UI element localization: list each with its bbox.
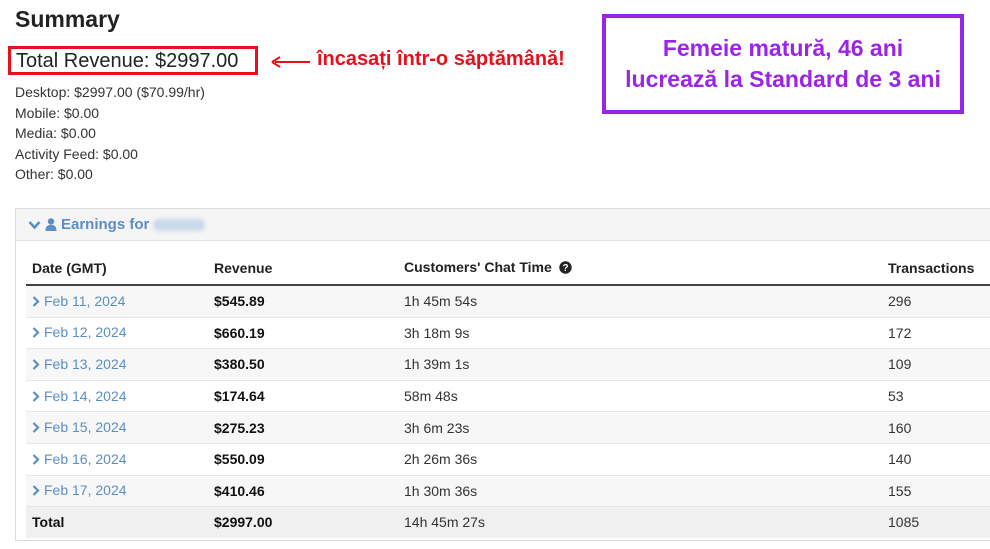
earnings-panel-toggle[interactable]: Earnings for [16,209,990,241]
chat-time-cell: 2h 26m 36s [398,442,882,476]
date-link[interactable]: Feb 15, 2024 [44,419,127,435]
chevron-right-icon [32,452,40,468]
date-link[interactable]: Feb 14, 2024 [44,388,127,404]
total-label: Total [26,506,208,538]
chevron-down-icon [28,220,41,230]
total-revenue-cell: $2997.00 [208,506,398,538]
user-icon [45,218,57,231]
chat-time-cell: 1h 39m 1s [398,348,882,381]
chevron-right-icon [32,325,40,341]
transactions-cell: 140 [882,442,990,476]
earnings-panel: Earnings for Date (GMT) Revenue Customer… [15,208,990,541]
profile-annotation-line2: lucrează la Standard de 3 ani [625,66,941,92]
date-cell[interactable]: Feb 14, 2024 [26,379,208,412]
profile-annotation-box: Femeie matură, 46 ani lucrează la Standa… [602,14,964,114]
transactions-cell: 296 [882,284,990,318]
date-link[interactable]: Feb 17, 2024 [44,482,127,498]
date-cell[interactable]: Feb 15, 2024 [26,411,208,444]
revenue-cell: $545.89 [208,284,398,318]
chevron-right-icon [32,357,40,373]
table-row[interactable]: Feb 17, 2024 $410.46 1h 30m 36s 155 [26,474,990,507]
redacted-username [153,218,206,231]
chat-time-cell: 1h 30m 36s [398,474,882,507]
date-link[interactable]: Feb 12, 2024 [44,324,127,340]
transactions-cell: 155 [882,474,990,507]
table-row[interactable]: Feb 15, 2024 $275.23 3h 6m 23s 160 [26,411,990,444]
date-link[interactable]: Feb 16, 2024 [44,451,127,467]
table-row[interactable]: Feb 16, 2024 $550.09 2h 26m 36s 140 [26,442,990,476]
chevron-right-icon [32,389,40,405]
chat-time-cell: 3h 18m 9s [398,316,882,349]
column-header-transactions: Transactions [882,251,990,286]
page-title: Summary [15,6,120,32]
other-revenue: Other: $0.00 [15,166,93,182]
svg-text:?: ? [562,263,568,274]
total-row: Total $2997.00 14h 45m 27s 1085 [26,506,990,538]
transactions-cell: 160 [882,411,990,444]
table-row[interactable]: Feb 14, 2024 $174.64 58m 48s 53 [26,379,990,412]
media-revenue: Media: $0.00 [15,125,96,141]
chat-time-cell: 58m 48s [398,379,882,412]
activity-feed-revenue: Activity Feed: $0.00 [15,145,138,162]
total-revenue-highlight: Total Revenue: $2997.00 [8,46,258,75]
chevron-right-icon [32,483,40,499]
earnings-header-label: Earnings for [61,216,150,233]
arrow-left-icon [271,56,310,68]
date-cell[interactable]: Feb 17, 2024 [26,474,208,507]
table-row[interactable]: Feb 13, 2024 $380.50 1h 39m 1s 109 [26,348,990,381]
chat-time-header-label: Customers' Chat Time [404,258,552,275]
help-icon[interactable]: ? [558,260,572,277]
transactions-cell: 109 [882,348,990,381]
chevron-right-icon [32,420,40,436]
profile-annotation-line1: Femeie matură, 46 ani [662,35,904,61]
revenue-cell: $275.23 [208,411,398,444]
table-row[interactable]: Feb 11, 2024 $545.89 1h 45m 54s 296 [26,284,990,318]
earnings-table: Date (GMT) Revenue Customers' Chat Time … [26,251,990,538]
column-header-chat-time: Customers' Chat Time ? [398,251,882,286]
desktop-revenue: Desktop: $2997.00 ($70.99/hr) [15,84,205,100]
mobile-revenue: Mobile: $0.00 [15,104,100,121]
table-row[interactable]: Feb 12, 2024 $660.19 3h 18m 9s 172 [26,316,990,349]
date-link[interactable]: Feb 13, 2024 [44,356,127,372]
column-header-revenue: Revenue [208,251,398,286]
chat-time-cell: 1h 45m 54s [398,284,882,318]
revenue-cell: $410.46 [208,474,398,507]
date-cell[interactable]: Feb 11, 2024 [26,284,208,318]
revenue-annotation: încasați într-o săptămână! [317,48,565,70]
date-cell[interactable]: Feb 16, 2024 [26,442,208,476]
column-header-date: Date (GMT) [26,251,208,286]
revenue-cell: $660.19 [208,316,398,349]
date-cell[interactable]: Feb 12, 2024 [26,316,208,349]
revenue-breakdown: Desktop: $2997.00 ($70.99/hr) Mobile: $0… [15,82,205,185]
chevron-right-icon [32,294,40,310]
chat-time-cell: 3h 6m 23s [398,411,882,444]
revenue-cell: $380.50 [208,348,398,381]
date-link[interactable]: Feb 11, 2024 [44,293,125,309]
total-chat-time-cell: 14h 45m 27s [398,506,882,538]
transactions-cell: 53 [882,379,990,412]
transactions-cell: 172 [882,316,990,349]
revenue-cell: $174.64 [208,379,398,412]
date-cell[interactable]: Feb 13, 2024 [26,348,208,381]
total-transactions-cell: 1085 [882,506,990,538]
revenue-cell: $550.09 [208,442,398,476]
